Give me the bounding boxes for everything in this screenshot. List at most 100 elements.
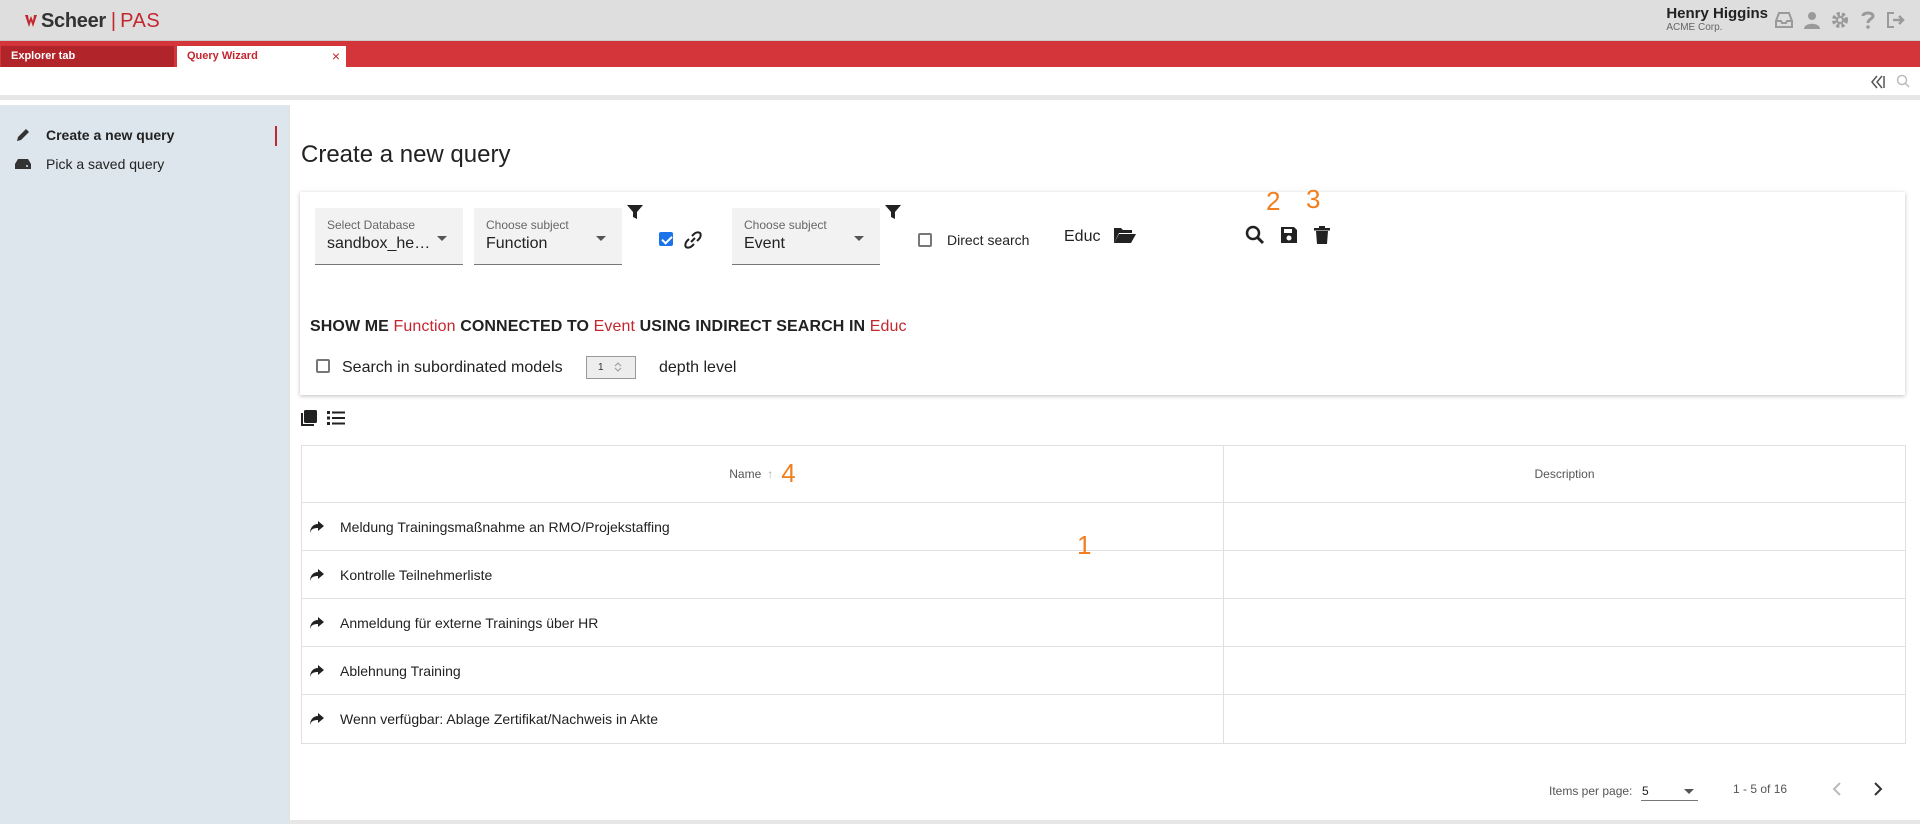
subject-select-2[interactable]: Choose subject Event [732,208,880,265]
secondary-toolbar-icons [1870,74,1910,90]
share-arrow-icon[interactable] [308,710,326,728]
share-arrow-icon[interactable] [308,518,326,536]
paginator: Items per page: 5 1 - 5 of 16 [290,775,1920,805]
database-select-label: Select Database [327,218,416,232]
subordinated-models-checkbox[interactable] [316,359,330,373]
previous-page-button[interactable] [1826,778,1848,800]
folder-value: Educ [1064,228,1101,245]
folder-open-icon[interactable] [1113,225,1137,245]
chevron-left-icon [1832,782,1841,796]
sidebar-item-create-query[interactable]: Create a new query [14,126,174,144]
main-content: Create a new query Select Database sandb… [289,105,1920,824]
sentence-part: USING INDIRECT SEARCH IN [639,318,866,335]
annotation-1: 1 [1077,530,1092,560]
view-toggle-icons [301,410,345,426]
table-row[interactable]: Ablehnung Training [302,647,1905,695]
direct-search-label: Direct search [947,232,1030,248]
user-icon[interactable] [1802,10,1822,30]
secondary-toolbar [0,67,1920,100]
logo-text-pas: PAS [120,9,161,32]
depth-level-label: depth level [659,359,737,376]
results-table: Name ↑ 4 Description Meldung Trainingsma… [301,445,1906,744]
header-icons [1774,10,1906,30]
table-row[interactable]: Kontrolle Teilnehmerliste [302,551,1905,599]
stepper-arrows-icon [614,362,622,372]
depth-level-stepper[interactable]: 1 [586,356,636,379]
subordinated-models-label: Search in subordinated models [342,359,563,376]
sentence-value: Educ [869,318,907,335]
database-select-value: sandbox_hen… [327,235,435,252]
chevron-down-icon [854,236,864,241]
annotation-3: 3 [1306,184,1321,214]
search-icon[interactable] [1896,74,1910,88]
table-cell-description [1224,551,1905,598]
share-arrow-icon[interactable] [308,566,326,584]
subject-select-1-label: Choose subject [486,218,569,232]
sentence-part: SHOW ME [310,318,389,335]
tab-query-wizard[interactable]: Query Wizard × [177,46,346,67]
search-query-button[interactable] [1244,224,1266,246]
items-per-page-select[interactable]: 5 [1641,779,1698,801]
sidebar-item-pick-saved-query[interactable]: Pick a saved query [14,155,164,173]
scheer-pas-logo[interactable]: Scheer | PAS [24,10,160,32]
chevron-down-icon [596,236,606,241]
sentence-value: Function [393,318,456,335]
filter-icon[interactable] [885,204,901,220]
database-select[interactable]: Select Database sandbox_hen… [315,208,463,265]
table-cell-name: Wenn verfügbar: Ablage Zertifikat/Nachwe… [302,695,1224,743]
annotation-2: 2 [1266,186,1281,216]
row-name: Anmeldung für externe Trainings über HR [340,614,599,631]
sentence-value: Event [593,318,636,335]
depth-level-value: 1 [598,362,604,373]
items-per-page-value: 5 [1642,784,1649,798]
save-query-button[interactable] [1278,224,1300,246]
sidebar: Create a new query Pick a saved query [0,105,289,824]
chevron-down-icon [437,236,447,241]
row-name: Ablehnung Training [340,662,461,679]
tab-explorer[interactable]: Explorer tab [1,46,174,67]
tab-close-button[interactable]: × [332,48,340,64]
collapse-panel-icon[interactable] [1870,74,1886,90]
filter-icon[interactable] [627,204,643,220]
subject-select-1[interactable]: Choose subject Function [474,208,622,265]
sidebar-item-label: Create a new query [46,127,175,143]
link-icon [684,231,702,249]
direct-search-checkbox[interactable] [918,233,932,247]
column-header-name[interactable]: Name ↑ 4 [302,446,1224,502]
user-company: ACME Corp. [1666,22,1723,33]
table-cell-name: Anmeldung für externe Trainings über HR [302,599,1224,646]
subject-select-2-label: Choose subject [744,218,827,232]
row-name: Wenn verfügbar: Ablage Zertifikat/Nachwe… [340,711,659,727]
gear-icon[interactable] [1830,10,1850,30]
inbox-icon[interactable] [1774,10,1794,30]
page-title: Create a new query [301,141,511,168]
table-cell-name: Ablehnung Training [302,647,1224,694]
user-info[interactable]: Henry Higgins ACME Corp. [1666,6,1768,34]
share-arrow-icon[interactable] [308,614,326,632]
delete-query-button[interactable] [1311,224,1333,246]
table-row[interactable]: Wenn verfügbar: Ablage Zertifikat/Nachwe… [302,695,1905,743]
annotation-4: 4 [781,457,796,488]
bottom-divider [289,820,1920,824]
logo-text-scheer: Scheer [41,9,106,32]
chevron-right-icon [1874,782,1883,796]
next-page-button[interactable] [1867,778,1889,800]
column-header-name-label: Name [729,467,762,481]
list-view-icon[interactable] [327,410,345,426]
help-icon[interactable] [1858,10,1878,30]
sidebar-item-label: Pick a saved query [46,156,165,172]
link-subjects-checkbox[interactable] [659,232,673,246]
card-view-icon[interactable] [301,410,317,426]
share-arrow-icon[interactable] [308,662,326,680]
logout-icon[interactable] [1886,10,1906,30]
row-name: Kontrolle Teilnehmerliste [340,566,493,583]
logo-separator: | [110,9,117,32]
table-row[interactable]: Meldung Trainingsmaßnahme an RMO/Projeks… [302,503,1905,551]
items-per-page-label: Items per page: [1549,784,1633,798]
column-header-description[interactable]: Description [1224,446,1905,502]
save-icon [1281,227,1297,243]
query-builder-card: Select Database sandbox_hen… Choose subj… [300,184,1905,395]
page-range-label: 1 - 5 of 16 [1733,782,1788,796]
drive-icon [14,155,32,173]
table-row[interactable]: Anmeldung für externe Trainings über HR [302,599,1905,647]
